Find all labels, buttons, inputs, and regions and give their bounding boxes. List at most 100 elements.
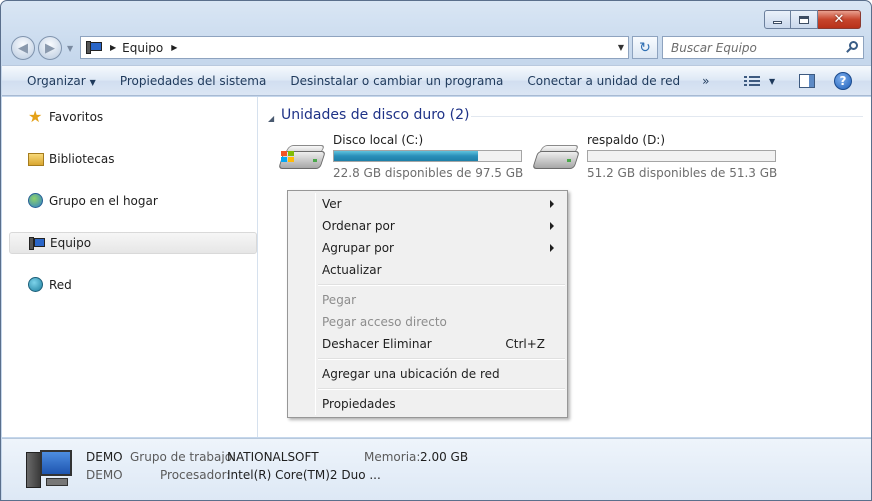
organize-label: Organizar [27, 73, 86, 88]
collapse-group-icon[interactable]: ◢ [268, 114, 274, 123]
nav-item-label: Red [49, 278, 72, 292]
menu-separator [318, 388, 565, 390]
close-icon: ✕ [833, 12, 845, 27]
breadcrumb-chevron-icon[interactable]: ▶ [110, 43, 116, 52]
forward-button[interactable]: ▶ [38, 36, 62, 60]
nav-item-grupo-hogar[interactable]: Grupo en el hogar [9, 190, 257, 212]
drive-usage-bar [587, 150, 776, 162]
workgroup-value: NATIONALSOFT [227, 450, 319, 464]
map-network-drive-button[interactable]: Conectar a unidad de red [515, 74, 692, 88]
nav-item-bibliotecas[interactable]: Bibliotecas [9, 148, 257, 170]
menu-item-label: Ordenar por [322, 219, 395, 233]
menu-separator [318, 284, 565, 286]
workgroup-label: Grupo de trabajo: [130, 450, 237, 464]
drive-c[interactable]: Disco local (C:) 22.8 GB disponibles de … [277, 133, 527, 183]
view-dropdown-icon[interactable]: ▼ [769, 77, 775, 86]
breadcrumb-equipo[interactable]: Equipo [122, 41, 163, 55]
navigation-pane: ★ Favoritos Bibliotecas Grupo en el hoga… [2, 97, 258, 437]
computer-icon [29, 236, 45, 252]
menu-item-label: Actualizar [322, 263, 382, 277]
context-menu: Ver Ordenar por Agrupar por Actualizar P… [287, 190, 568, 418]
maximize-button[interactable] [791, 10, 818, 29]
nav-item-label: Favoritos [49, 110, 104, 124]
back-button[interactable]: ◀ [11, 36, 35, 60]
computer-description: DEMO [86, 468, 123, 482]
drive-free-space: 51.2 GB disponibles de 51.3 GB [587, 166, 778, 180]
drive-name: respaldo (D:) [587, 133, 666, 147]
refresh-icon: ↻ [639, 39, 651, 56]
menu-item-pegar-acceso-directo: Pegar acceso directo [290, 311, 565, 333]
forward-arrow-icon: ▶ [45, 40, 55, 56]
nav-item-red[interactable]: Red [9, 274, 257, 296]
menu-item-label: Pegar [322, 293, 357, 307]
chevron-down-icon: ▼ [89, 77, 96, 87]
details-pane: DEMO DEMO Grupo de trabajo: NATIONALSOFT… [2, 438, 871, 500]
address-bar[interactable]: ▶ Equipo ▶ ▼ [80, 36, 629, 59]
menu-separator [318, 358, 565, 360]
nav-item-label: Grupo en el hogar [49, 194, 158, 208]
back-arrow-icon: ◀ [18, 40, 28, 56]
menu-item-deshacer-eliminar[interactable]: Deshacer Eliminar Ctrl+Z [290, 333, 565, 355]
menu-item-agrupar-por[interactable]: Agrupar por [290, 237, 565, 259]
close-button[interactable]: ✕ [818, 10, 861, 29]
nav-item-equipo[interactable]: Equipo [9, 232, 257, 254]
minimize-button[interactable] [764, 10, 791, 29]
menu-item-label: Propiedades [322, 397, 396, 411]
menu-item-label: Agregar una ubicación de red [322, 367, 500, 381]
help-icon[interactable]: ? [834, 72, 852, 90]
menu-item-actualizar[interactable]: Actualizar [290, 259, 565, 281]
star-icon: ★ [28, 107, 43, 126]
explorer-window: ✕ ◀ ▶ ▼ ▶ Equipo ▶ ▼ ↻ Buscar Equipo Org… [0, 0, 872, 501]
recent-pages-dropdown[interactable]: ▼ [67, 44, 73, 53]
computer-icon [26, 448, 74, 492]
menu-item-label: Ver [322, 197, 342, 211]
caption-buttons: ✕ [764, 10, 861, 29]
drive-usage-fill [334, 151, 478, 161]
drive-usage-bar [333, 150, 522, 162]
submenu-arrow-icon [550, 222, 554, 230]
submenu-arrow-icon [550, 244, 554, 252]
menu-item-agregar-ubicacion-red[interactable]: Agregar una ubicación de red [290, 363, 565, 385]
maximize-icon [799, 15, 809, 24]
nav-item-label: Bibliotecas [49, 152, 115, 166]
menu-item-pegar: Pegar [290, 289, 565, 311]
menu-item-label: Deshacer Eliminar [322, 337, 432, 351]
computer-name: DEMO [86, 450, 123, 464]
drive-name: Disco local (C:) [333, 133, 424, 147]
drive-d[interactable]: respaldo (D:) 51.2 GB disponibles de 51.… [531, 133, 781, 183]
submenu-arrow-icon [550, 200, 554, 208]
system-properties-button[interactable]: Propiedades del sistema [108, 74, 279, 88]
hard-drive-icon [277, 143, 326, 175]
preview-pane-icon[interactable] [799, 74, 815, 88]
processor-value: Intel(R) Core(TM)2 Duo ... [227, 468, 381, 482]
windows-logo-icon [281, 151, 295, 163]
libraries-icon [28, 151, 44, 167]
minimize-icon [773, 21, 782, 24]
search-icon[interactable] [845, 41, 858, 54]
search-placeholder: Buscar Equipo [671, 40, 757, 55]
hard-drive-icon [531, 143, 580, 175]
computer-icon [86, 40, 102, 55]
uninstall-program-button[interactable]: Desinstalar o cambiar un programa [278, 74, 515, 88]
menu-item-ordenar-por[interactable]: Ordenar por [290, 215, 565, 237]
menu-item-ver[interactable]: Ver [290, 193, 565, 215]
processor-label: Procesador: [160, 468, 231, 482]
group-divider [471, 116, 863, 117]
homegroup-icon [28, 193, 44, 209]
address-dropdown-icon[interactable]: ▼ [618, 43, 624, 52]
network-icon [28, 277, 44, 293]
menu-item-label: Pegar acceso directo [322, 315, 447, 329]
group-title[interactable]: Unidades de disco duro (2) [281, 107, 470, 123]
menu-item-propiedades[interactable]: Propiedades [290, 393, 565, 415]
menu-shortcut: Ctrl+Z [505, 337, 545, 351]
refresh-button[interactable]: ↻ [632, 36, 658, 59]
nav-item-favoritos[interactable]: ★ Favoritos [9, 106, 257, 128]
organize-button[interactable]: Organizar ▼ [2, 74, 108, 88]
search-input[interactable]: Buscar Equipo [662, 36, 864, 59]
change-view-icon[interactable] [744, 74, 760, 88]
nav-item-label: Equipo [50, 236, 92, 250]
drive-free-space: 22.8 GB disponibles de 97.5 GB [333, 166, 524, 180]
breadcrumb-chevron-icon[interactable]: ▶ [171, 43, 177, 52]
more-commands-button[interactable]: » [692, 74, 719, 88]
memory-value: 2.00 GB [420, 450, 469, 464]
